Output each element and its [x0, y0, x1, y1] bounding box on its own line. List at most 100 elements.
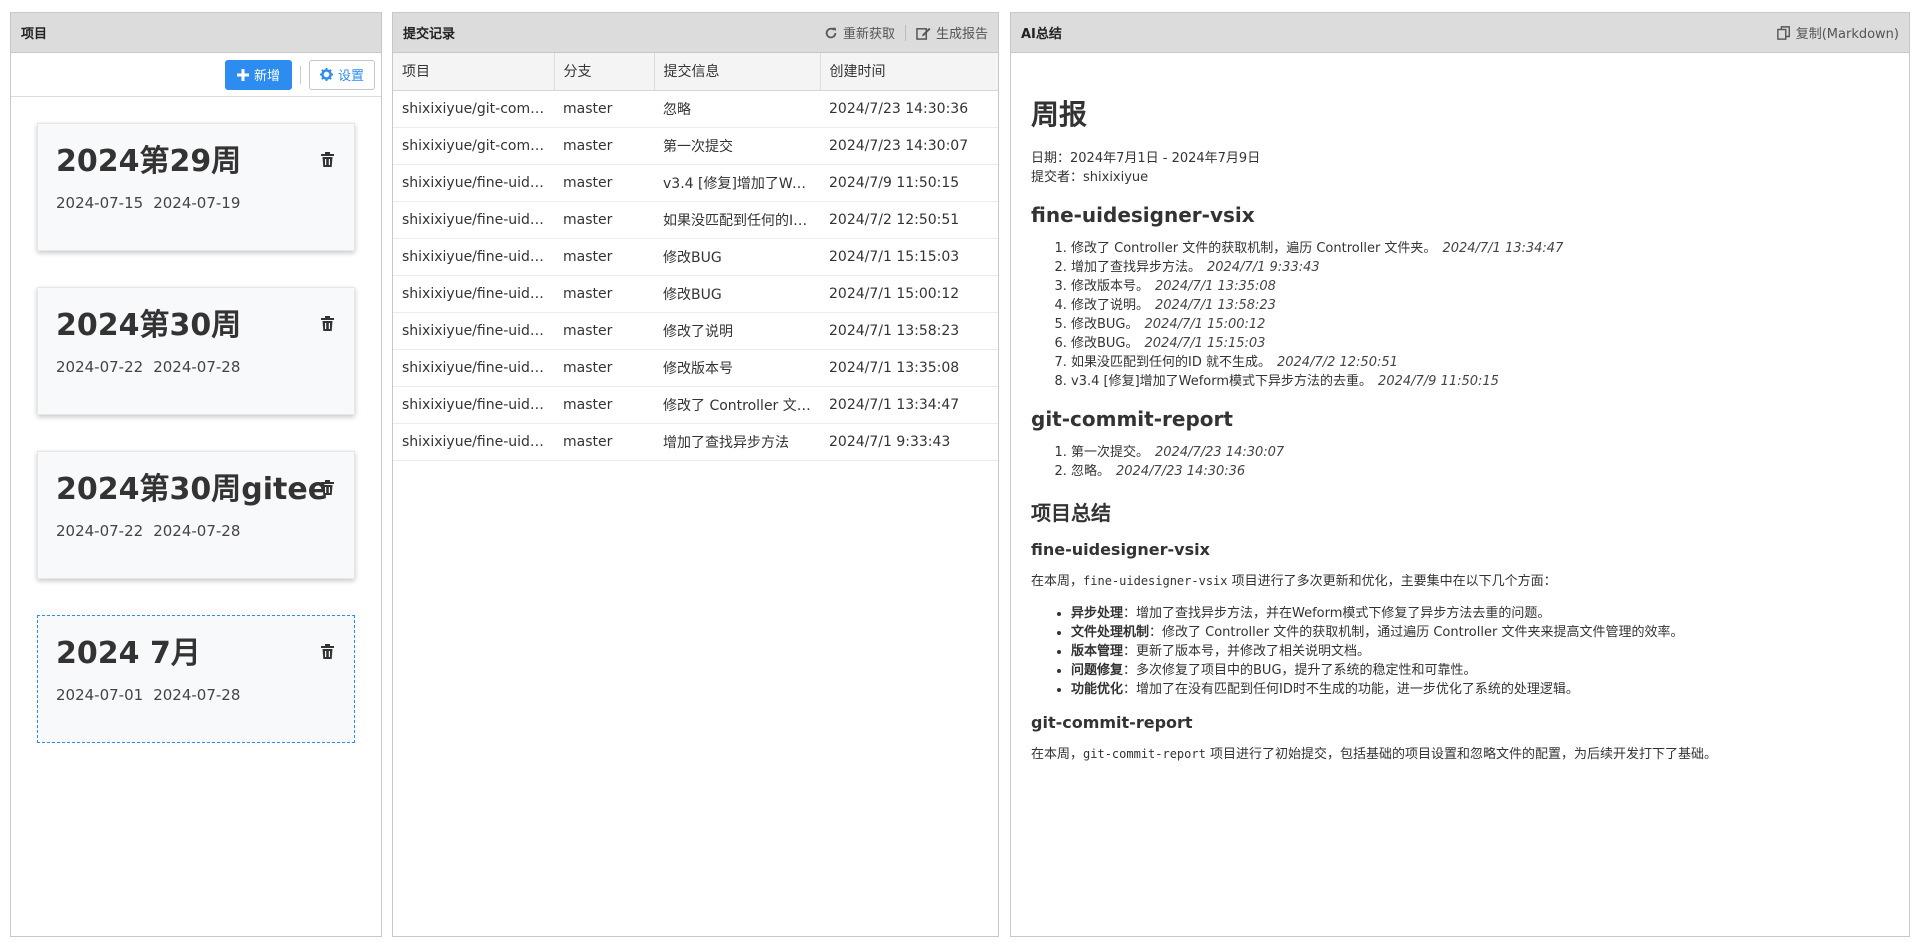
table-row[interactable]: shixixiyue/git-commit-reportmaster忽略2024…	[393, 90, 998, 128]
bullet-label: 版本管理	[1071, 644, 1124, 659]
project-card-dates: 2024-07-01 2024-07-28	[56, 686, 336, 704]
item-text: 增加了查找异步方法。	[1071, 260, 1202, 275]
cell-branch: master	[554, 164, 654, 202]
item-text: 修改BUG。	[1071, 336, 1139, 351]
start-date: 2024-07-22	[56, 522, 144, 540]
settings-button-label: 设置	[337, 69, 364, 84]
project-card[interactable]: 2024第29周 2024-07-15 2024-07-19	[37, 123, 355, 251]
table-header-row: 项目 分支 提交信息 创建时间	[393, 53, 998, 91]
table-row[interactable]: shixixiyue/git-commit-reportmaster第一次提交2…	[393, 127, 998, 165]
cell-project: shixixiyue/git-commit-report	[393, 90, 554, 128]
cell-project: shixixiyue/fine-uidesigner-vsix	[393, 275, 554, 313]
delete-button[interactable]	[321, 152, 334, 171]
report-date: 日期：2024年7月1日 - 2024年7月9日	[1031, 151, 1261, 166]
project-card-title: 2024第29周	[56, 144, 242, 179]
item-time: 2024/7/1 13:34:47	[1442, 241, 1564, 256]
cell-message: 第一次提交	[654, 127, 820, 165]
table-row[interactable]: shixixiyue/fine-uidesigner-vsixmaster修改了…	[393, 312, 998, 350]
cell-project: shixixiyue/fine-uidesigner-vsix	[393, 164, 554, 202]
copy-markdown-label: 复制(Markdown)	[1795, 27, 1899, 42]
table-row[interactable]: shixixiyue/fine-uidesigner-vsixmaster修改B…	[393, 275, 998, 313]
column-header-project[interactable]: 项目	[393, 53, 555, 91]
table-row[interactable]: shixixiyue/fine-uidesigner-vsixmasterv3.…	[393, 164, 998, 202]
summary-bullets: 异步处理：增加了查找异步方法，并在Weform模式下修复了异步方法去重的问题。 …	[1031, 604, 1889, 699]
cell-project: shixixiyue/fine-uidesigner-vsix	[393, 349, 554, 387]
summary-paragraph: 在本周，git-commit-report 项目进行了初始提交，包括基础的项目设…	[1031, 744, 1889, 765]
list-item: 版本管理：更新了版本号，并修改了相关说明文档。	[1071, 642, 1889, 661]
copy-icon	[1776, 25, 1790, 40]
commit-list: 修改了 Controller 文件的获取机制，遍历 Controller 文件夹…	[1031, 239, 1889, 391]
list-item: 异步处理：增加了查找异步方法，并在Weform模式下修复了异步方法去重的问题。	[1071, 604, 1889, 623]
cell-created: 2024/7/1 13:35:08	[820, 349, 998, 387]
cell-project: shixixiyue/fine-uidesigner-vsix	[393, 386, 554, 424]
cell-message: 如果没匹配到任何的ID 就不生成	[654, 201, 820, 239]
end-date: 2024-07-19	[153, 194, 241, 212]
table-row[interactable]: shixixiyue/fine-uidesigner-vsixmaster增加了…	[393, 423, 998, 461]
bullet-label: 文件处理机制	[1071, 625, 1150, 640]
cell-message: 忽略	[654, 90, 820, 128]
add-button[interactable]: 新增	[224, 59, 292, 90]
cell-project: shixixiyue/fine-uidesigner-vsix	[393, 201, 554, 239]
list-item: 修改了说明。 2024/7/1 13:58:23	[1071, 296, 1889, 315]
cell-created: 2024/7/1 15:00:12	[820, 275, 998, 313]
cell-created: 2024/7/1 15:15:03	[820, 238, 998, 276]
cell-message: 修改版本号	[654, 349, 820, 387]
commits-panel-title: 提交记录	[403, 27, 456, 42]
column-header-branch[interactable]: 分支	[554, 53, 655, 91]
header-divider	[904, 24, 906, 41]
column-header-created[interactable]: 创建时间	[820, 53, 998, 91]
report-title: 周报	[1031, 98, 1088, 131]
add-button-label: 新增	[253, 69, 280, 84]
table-row[interactable]: shixixiyue/fine-uidesigner-vsixmaster修改版…	[393, 349, 998, 387]
list-item: 修改BUG。 2024/7/1 15:00:12	[1071, 315, 1889, 334]
item-time: 2024/7/1 15:15:03	[1144, 336, 1266, 351]
list-item: 第一次提交。 2024/7/23 14:30:07	[1071, 443, 1889, 462]
cell-message: v3.4 [修复]增加了Weform模式下异步方法的去重	[654, 164, 820, 202]
settings-button[interactable]: 设置	[308, 59, 375, 90]
list-item: 功能优化：增加了在没有匹配到任何ID时不生成的功能，进一步优化了系统的处理逻辑。	[1071, 680, 1889, 699]
delete-button[interactable]	[321, 316, 334, 335]
cell-message: 修改了 Controller 文件的获取机制	[654, 386, 820, 424]
list-item: 文件处理机制：修改了 Controller 文件的获取机制，通过遍历 Contr…	[1071, 623, 1889, 642]
project-card[interactable]: 2024第30周 2024-07-22 2024-07-28	[37, 287, 355, 415]
project-card-list: 2024第29周 2024-07-15 2024-07-19 2024第30周 2…	[11, 97, 381, 743]
copy-markdown-button[interactable]: 复制(Markdown)	[1776, 23, 1899, 42]
item-time: 2024/7/2 12:50:51	[1276, 355, 1398, 370]
end-date: 2024-07-28	[153, 522, 241, 540]
commits-table: 项目 分支 提交信息 创建时间 shixixiyue/git-commit-re…	[393, 53, 998, 461]
ai-summary-title: AI总结	[1021, 27, 1062, 42]
bullet-text: ：增加了在没有匹配到任何ID时不生成的功能，进一步优化了系统的处理逻辑。	[1123, 682, 1579, 697]
summary-text: 在本周，	[1031, 747, 1084, 762]
bullet-text: ：多次修复了项目中的BUG，提升了系统的稳定性和可靠性。	[1123, 663, 1477, 678]
summary-project-heading: fine-uidesigner-vsix	[1031, 540, 1210, 559]
cell-project: shixixiyue/fine-uidesigner-vsix	[393, 423, 554, 461]
item-text: 忽略。	[1071, 464, 1111, 479]
table-row[interactable]: shixixiyue/fine-uidesigner-vsixmaster修改B…	[393, 238, 998, 276]
ai-summary-header: AI总结 复制(Markdown)	[1011, 13, 1909, 53]
cell-branch: master	[554, 238, 654, 276]
refresh-button[interactable]: 重新获取	[824, 23, 895, 42]
project-heading: fine-uidesigner-vsix	[1031, 203, 1255, 227]
table-row[interactable]: shixixiyue/fine-uidesigner-vsixmaster如果没…	[393, 201, 998, 239]
cell-created: 2024/7/1 13:34:47	[820, 386, 998, 424]
project-card[interactable]: 2024第30周gitee 2024-07-22 2024-07-28	[37, 451, 355, 579]
delete-button[interactable]	[321, 480, 334, 499]
item-text: 如果没匹配到任何的ID 就不生成。	[1071, 355, 1271, 370]
projects-panel-header: 项目	[11, 13, 381, 53]
project-card-selected[interactable]: 2024 7月 2024-07-01 2024-07-28	[37, 615, 355, 743]
generate-report-label: 生成报告	[935, 27, 988, 42]
summary-text: 项目进行了初始提交，包括基础的项目设置和忽略文件的配置，为后续开发打下了基础。	[1205, 747, 1717, 762]
report-author: 提交者：shixixiyue	[1031, 170, 1149, 185]
end-date: 2024-07-28	[153, 358, 241, 376]
generate-report-button[interactable]: 生成报告	[916, 23, 988, 42]
column-header-message[interactable]: 提交信息	[654, 53, 821, 91]
list-item: 如果没匹配到任何的ID 就不生成。 2024/7/2 12:50:51	[1071, 353, 1889, 372]
summary-project-heading: git-commit-report	[1031, 713, 1193, 732]
bullet-label: 功能优化	[1071, 682, 1124, 697]
cell-project: shixixiyue/git-commit-report	[393, 127, 554, 165]
item-time: 2024/7/1 13:58:23	[1155, 298, 1276, 313]
list-item: 修改BUG。 2024/7/1 15:15:03	[1071, 334, 1889, 353]
end-date: 2024-07-28	[153, 686, 241, 704]
delete-button[interactable]	[321, 644, 334, 663]
table-row[interactable]: shixixiyue/fine-uidesigner-vsixmaster修改了…	[393, 386, 998, 424]
